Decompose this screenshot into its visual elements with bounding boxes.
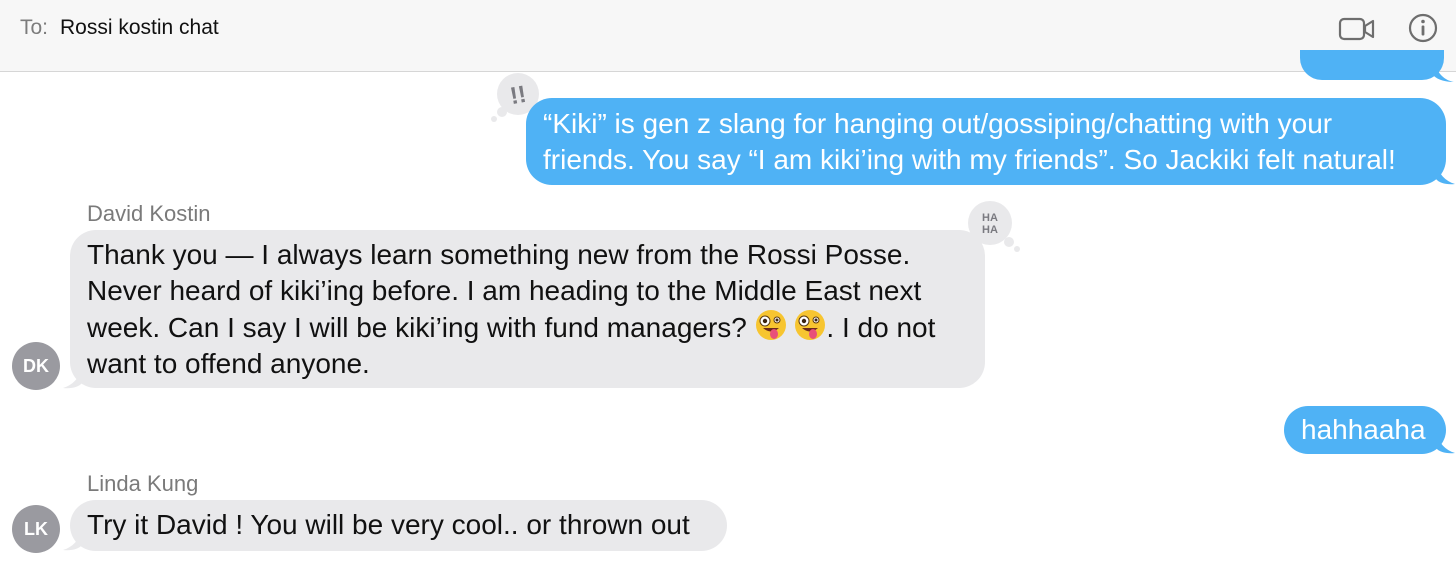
message-text-line: hahhaaha xyxy=(1301,414,1426,445)
message-text-line: friends. You say “I am kiki’ing with my … xyxy=(543,144,1396,175)
bubble-tail xyxy=(63,368,82,389)
bubble-tail xyxy=(1434,62,1454,82)
avatar-initials: DK xyxy=(23,355,49,376)
zany-face-emoji xyxy=(755,310,786,340)
avatar[interactable]: DK xyxy=(12,342,60,390)
video-camera-icon[interactable] xyxy=(1338,16,1376,42)
message-text-line: Thank you — I always learn something new… xyxy=(87,239,911,270)
to-label: To: xyxy=(20,16,49,39)
message-text-line: “Kiki” is gen z slang for hanging out/go… xyxy=(543,108,1333,139)
previous-message-bubble xyxy=(1300,50,1444,80)
avatar-initials: LK xyxy=(24,518,48,539)
conversation-header: To: Rossi kostin chat xyxy=(0,0,1456,72)
message-text-line: Try it David ! You will be very cool.. o… xyxy=(87,509,690,540)
haha-icon: HA HA xyxy=(968,201,1020,252)
haha-text: HA xyxy=(982,212,998,224)
outgoing-message-bubble[interactable]: “Kiki” is gen z slang for hanging out/go… xyxy=(526,98,1446,185)
sender-name: Linda Kung xyxy=(87,471,199,496)
zany-face-emoji xyxy=(795,310,826,340)
haha-text: HA xyxy=(982,224,998,236)
info-icon[interactable] xyxy=(1408,13,1438,43)
avatar[interactable]: LK xyxy=(12,505,60,553)
message-text-line: Never heard of kiki’ing before. I am hea… xyxy=(87,275,922,306)
message-text-line: want to offend anyone. xyxy=(87,348,370,379)
sender-name: David Kostin xyxy=(87,201,211,226)
recipient-field[interactable]: Rossi kostin chat xyxy=(60,16,219,40)
bubble-tail xyxy=(1436,433,1455,454)
incoming-message-bubble[interactable]: Thank you — I always learn something new… xyxy=(70,230,985,388)
bubble-tail xyxy=(1436,164,1455,185)
message-text-fragment: . I do not xyxy=(826,312,936,343)
incoming-message-bubble[interactable]: Try it David ! You will be very cool.. o… xyxy=(70,500,727,551)
message-text-fragment: week. Can I say I will be kiki’ing with … xyxy=(87,312,747,343)
message-text-line: week. Can I say I will be kiki’ing with … xyxy=(87,309,985,346)
bubble-tail xyxy=(63,530,82,551)
outgoing-message-bubble[interactable]: hahhaaha xyxy=(1284,406,1446,454)
